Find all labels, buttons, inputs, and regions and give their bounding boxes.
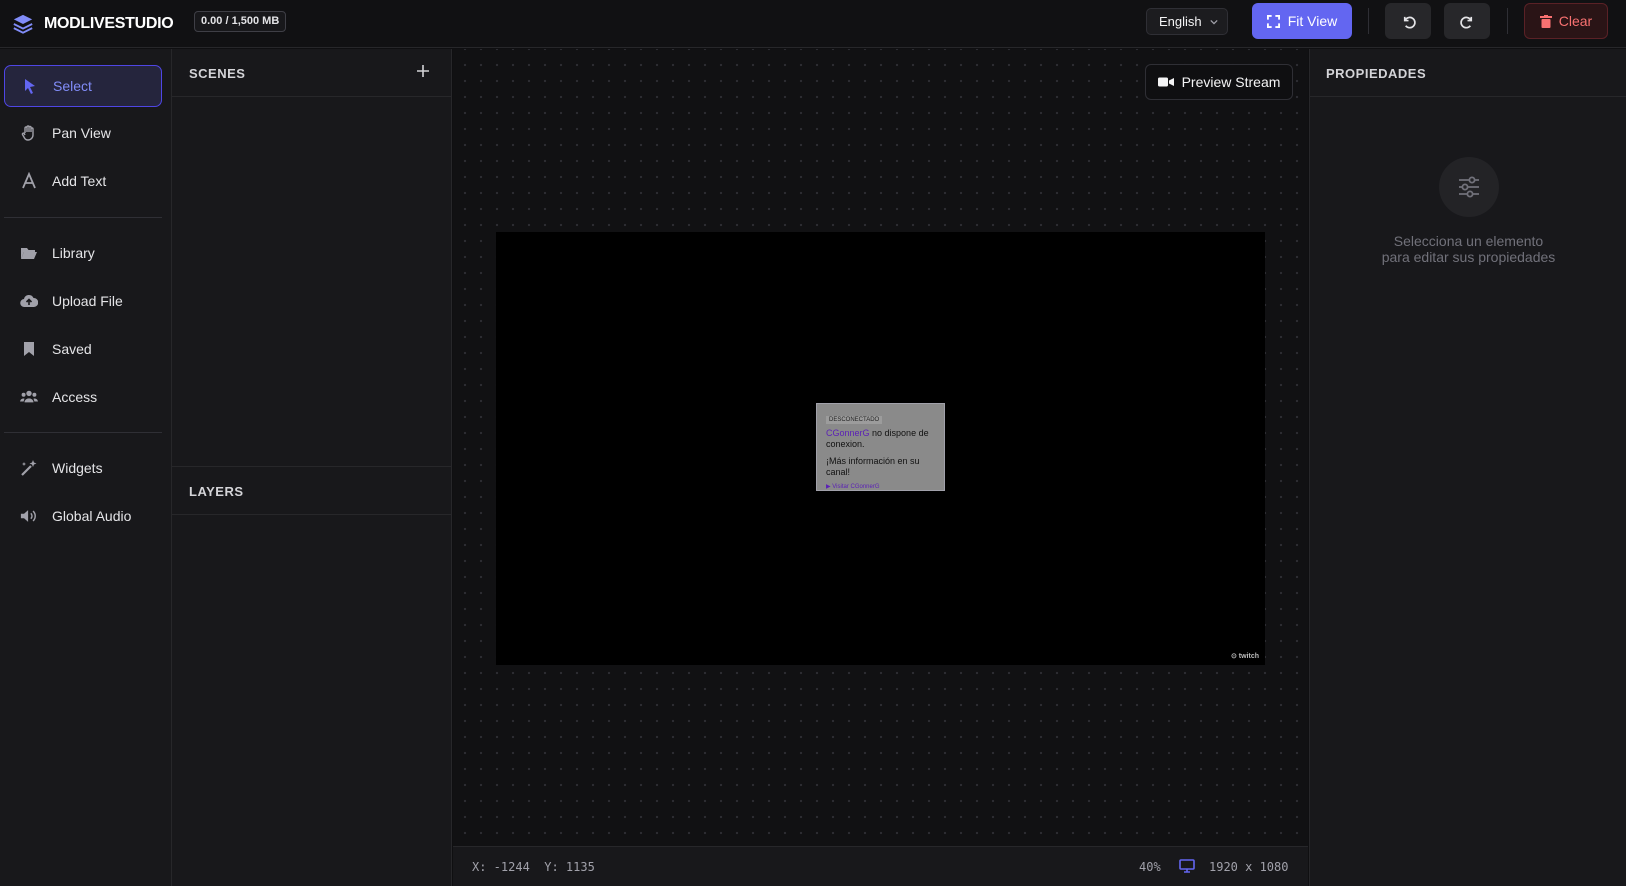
expand-icon [1266,14,1280,28]
tool-pan-view[interactable]: Pan View [4,112,162,154]
twitch-watermark: ⊙ twitch [1230,653,1259,660]
sliders-icon [1439,157,1499,217]
channel-name: CGonnerG [826,428,870,438]
tool-saved[interactable]: Saved [4,328,162,370]
tool-add-text[interactable]: Add Text [4,160,162,202]
zoom-level: 40% [1139,860,1161,874]
tool-label: Saved [52,341,92,357]
tool-select[interactable]: Select [4,65,162,107]
chevron-down-icon [1210,19,1218,25]
layers-list [172,516,452,886]
canvas-status-bar: X: -1244 Y: 1135 40% 1920 x 1080 [453,846,1308,886]
users-icon [17,385,41,409]
scenes-title: SCENES [189,66,246,81]
magic-wand-icon [17,456,41,480]
add-scene-button[interactable] [415,63,431,79]
properties-title: PROPIEDADES [1326,66,1427,81]
bookmark-icon [17,337,41,361]
preview-stream-button[interactable]: Preview Stream [1145,64,1293,100]
tool-sidebar: Select Pan View Add Text Library Upload … [0,49,172,886]
scenes-list [172,98,452,466]
sidebar-divider [4,432,162,433]
offline-tag: DESCONECTADO [826,416,883,424]
layers-title: LAYERS [189,484,244,499]
tool-label: Library [52,245,95,261]
language-select[interactable]: English [1146,8,1228,35]
editor-canvas[interactable]: Preview Stream DESCONECTADO CGonnerG no … [453,49,1308,846]
properties-empty-message: Selecciona un elemento para editar sus p… [1310,233,1626,265]
clear-button[interactable]: Clear [1524,3,1608,39]
layers-logo-icon [13,14,33,34]
twitch-offline-card[interactable]: DESCONECTADO CGonnerG no dispone de cone… [816,403,945,491]
tool-access[interactable]: Access [4,376,162,418]
top-bar: MODLIVESTUDIO 0.00 / 1,500 MB English Fi… [0,0,1626,48]
toolbar-divider [1507,8,1508,34]
hand-icon [17,121,41,145]
fit-view-button[interactable]: Fit View [1252,3,1352,39]
canvas-resolution: 1920 x 1080 [1209,860,1289,874]
tool-label: Upload File [52,293,123,309]
app-title: MODLIVESTUDIO [44,15,174,32]
speaker-icon [17,504,41,528]
tool-upload-file[interactable]: Upload File [4,280,162,322]
trash-icon [1539,14,1552,28]
tool-label: Widgets [52,460,103,476]
empty-line-2: para editar sus propiedades [1381,249,1556,265]
storage-usage-badge: 0.00 / 1,500 MB [194,11,287,32]
language-select-value: English [1159,14,1202,29]
preview-stream-label: Preview Stream [1181,74,1281,90]
tool-widgets[interactable]: Widgets [4,447,162,489]
tool-label: Select [53,78,92,94]
redo-icon [1459,16,1472,28]
redo-button[interactable] [1444,3,1490,39]
visit-channel-link[interactable]: ▶ Visitar CGonnerG [826,483,935,490]
properties-header: PROPIEDADES [1310,49,1626,97]
undo-button[interactable] [1385,3,1431,39]
fit-view-label: Fit View [1287,13,1338,29]
cursor-icon [18,74,42,98]
offline-message: CGonnerG no dispone de conexion. [826,428,935,450]
stream-stage[interactable]: DESCONECTADO CGonnerG no dispone de cone… [496,232,1265,665]
tool-label: Access [52,389,98,405]
text-icon [17,169,41,193]
tool-global-audio[interactable]: Global Audio [4,495,162,537]
empty-line-1: Selecciona un elemento [1393,233,1544,249]
scenes-header: SCENES [172,49,452,97]
more-info-text: ¡Más información en su canal! [826,456,920,477]
scenes-layers-panel: SCENES LAYERS [172,49,452,886]
tool-label: Add Text [52,173,107,189]
toolbar-divider [1368,8,1369,34]
tool-label: Pan View [52,125,111,141]
video-camera-icon [1157,77,1174,87]
app-logo: MODLIVESTUDIO [12,12,174,36]
monitor-icon [1179,859,1195,873]
folder-icon [17,241,41,265]
properties-panel: PROPIEDADES Selecciona un elemento para … [1309,49,1626,886]
cloud-upload-icon [17,289,41,313]
layers-header: LAYERS [172,467,452,515]
undo-icon [1403,16,1416,28]
sidebar-divider [4,217,162,218]
cursor-coordinates: X: -1244 Y: 1135 [472,860,595,874]
tool-library[interactable]: Library [4,232,162,274]
tool-label: Global Audio [52,508,132,524]
clear-label: Clear [1558,13,1593,29]
